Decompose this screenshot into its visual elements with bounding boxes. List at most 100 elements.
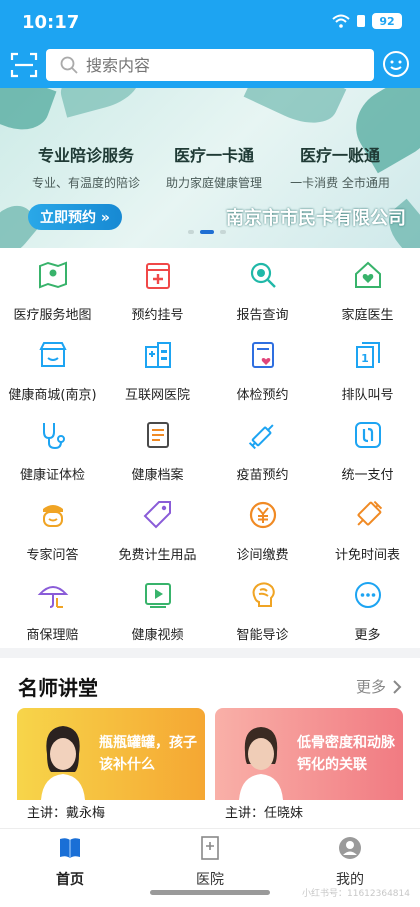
grid-item-registration[interactable]: 预约挂号 — [105, 248, 210, 328]
home-book-icon — [60, 838, 80, 858]
lecture-presenter: 主讲：任晓妹 — [215, 800, 403, 828]
grid-item-label: 预约挂号 — [131, 308, 184, 323]
grid-item-label: 免费计生用品 — [118, 548, 197, 563]
grid-item-health-record[interactable]: 健康档案 — [105, 408, 210, 488]
calendar-plus-icon — [145, 263, 170, 289]
umbrella-icon — [37, 586, 68, 608]
grid-item-health-video[interactable]: 健康视频 — [105, 568, 210, 648]
grid-item-label: 健康视频 — [131, 628, 184, 643]
search-header — [0, 44, 420, 88]
grid-item-label: 专家问答 — [26, 548, 79, 563]
presenter-photo-icon — [41, 726, 85, 800]
chevron-right-icon — [393, 679, 402, 694]
checkup-icon — [251, 342, 274, 368]
wifi-icon — [332, 14, 350, 28]
banner-feature-subtitle: 一卡消费 全市通用 — [290, 176, 390, 190]
lecture-title: 低骨密度和动脉钙化的关联 — [297, 735, 395, 773]
grid-item-label: 商保理赔 — [26, 628, 79, 643]
grid-item-queue[interactable]: 1 排队叫号 — [315, 328, 420, 408]
grid-item-label: 计免时间表 — [334, 548, 400, 563]
grid-item-label: 更多 — [354, 628, 381, 643]
grid-item-more[interactable]: 更多 — [315, 568, 420, 648]
home-heart-icon — [354, 261, 381, 288]
grid-item-label: 体检预约 — [236, 388, 289, 403]
grid-item-label: 家庭医生 — [341, 308, 394, 323]
banner-brand: 南京市市民卡有限公司 — [226, 208, 406, 229]
grid-item-vaccine[interactable]: 疫苗预约 — [210, 408, 315, 488]
section-title: 名师讲堂 — [18, 676, 98, 700]
banner-feature-account: 医疗一账通 一卡消费 全市通用 — [270, 142, 410, 191]
yuan-coin-icon — [249, 501, 276, 529]
queue-icon: 1 — [355, 342, 380, 368]
banner-feature-card: 医疗一卡通 助力家庭健康管理 — [144, 142, 284, 191]
lecture-more-link[interactable]: 更多 — [356, 676, 402, 697]
grid-item-label: 排队叫号 — [341, 388, 394, 403]
grid-item-report[interactable]: 报告查询 — [210, 248, 315, 328]
home-indicator[interactable] — [150, 890, 270, 895]
grid-item-label: 医疗服务地图 — [13, 308, 92, 323]
search-box[interactable] — [46, 49, 374, 81]
expert-icon — [42, 505, 63, 527]
grid-item-free-supplies[interactable]: 免费计生用品 — [105, 488, 210, 568]
presenter-photo-icon — [239, 727, 283, 800]
more-label: 更多 — [355, 678, 386, 696]
banner-feature-title: 医疗一账通 — [299, 146, 380, 165]
grid-item-medical-map[interactable]: 医疗服务地图 — [0, 248, 105, 328]
grid-item-label: 诊间缴费 — [236, 548, 289, 563]
search-report-icon — [250, 262, 276, 288]
banner-feature-subtitle: 助力家庭健康管理 — [165, 176, 262, 190]
carousel-dot — [220, 230, 226, 234]
brain-icon — [252, 582, 275, 607]
banner-feature-subtitle: 专业、有温度的陪诊 — [31, 176, 140, 190]
tag-icon — [143, 501, 171, 529]
status-bar: 10:17 92 — [0, 0, 420, 44]
map-pin-icon — [38, 261, 67, 289]
status-time: 10:17 — [22, 12, 80, 33]
scan-icon[interactable] — [10, 51, 38, 79]
grid-item-unified-pay[interactable]: 统一支付 — [315, 408, 420, 488]
grid-item-label: 互联网医院 — [124, 388, 190, 403]
profile-icon — [339, 837, 361, 859]
carousel-dot — [188, 230, 194, 234]
tab-home[interactable]: 首页 — [0, 835, 140, 889]
grid-item-health-mall[interactable]: 健康商城(南京) — [0, 328, 105, 408]
tab-profile[interactable]: 我的 — [280, 835, 420, 889]
more-icon — [354, 582, 381, 608]
book-now-button[interactable]: 立即预约 » — [28, 204, 122, 230]
service-grid: 医疗服务地图 预约挂号 报告查询 家庭医生 健康商城(南京) 互联网医院 体检预… — [0, 248, 420, 648]
leaf-decoration — [0, 88, 57, 139]
promo-banner[interactable]: 专业陪诊服务 专业、有温度的陪诊 医疗一卡通 助力家庭健康管理 医疗一账通 一卡… — [0, 88, 420, 248]
tab-label: 首页 — [56, 872, 84, 888]
customer-service-icon[interactable] — [382, 50, 410, 78]
grid-item-internet-hospital[interactable]: 互联网医院 — [105, 328, 210, 408]
video-icon — [144, 583, 171, 608]
svg-text:1: 1 — [361, 352, 369, 365]
grid-item-label: 统一支付 — [341, 468, 394, 483]
banner-feature-title: 专业陪诊服务 — [37, 146, 134, 165]
lecture-card[interactable]: 低骨密度和动脉钙化的关联 主讲：任晓妹 — [215, 708, 403, 828]
lecture-section: 名师讲堂 更多 瓶瓶罐罐，孩子该补什么 主讲：戴永梅 低骨密度和动脉钙化的关联 … — [0, 658, 420, 828]
grid-item-family-doctor[interactable]: 家庭医生 — [315, 248, 420, 328]
tab-label: 医院 — [196, 872, 224, 888]
banner-feature-escort: 专业陪诊服务 专业、有温度的陪诊 — [16, 142, 156, 191]
syringe-icon — [248, 424, 274, 450]
grid-item-expert-qa[interactable]: 专家问答 — [0, 488, 105, 568]
grid-item-health-cert[interactable]: 健康证体检 — [0, 408, 105, 488]
grid-item-label: 报告查询 — [236, 308, 289, 323]
leaf-decoration — [55, 88, 145, 118]
battery-level: 92 — [372, 13, 402, 29]
grid-item-label: 健康商城(南京) — [8, 388, 97, 403]
store-icon — [38, 342, 67, 367]
grid-item-clinic-payment[interactable]: 诊间缴费 — [210, 488, 315, 568]
tab-hospital[interactable]: 医院 — [140, 835, 280, 889]
grid-item-checkup[interactable]: 体检预约 — [210, 328, 315, 408]
lecture-card[interactable]: 瓶瓶罐罐，孩子该补什么 主讲：戴永梅 — [17, 708, 205, 828]
status-icons: 92 — [332, 13, 402, 29]
grid-item-insurance-claim[interactable]: 商保理赔 — [0, 568, 105, 648]
grid-item-vaccine-schedule[interactable]: 计免时间表 — [315, 488, 420, 568]
lecture-title: 瓶瓶罐罐，孩子该补什么 — [99, 735, 197, 773]
grid-item-smart-guide[interactable]: 智能导诊 — [210, 568, 315, 648]
search-icon — [60, 56, 78, 74]
search-input[interactable] — [86, 55, 326, 75]
sim-icon — [357, 15, 365, 27]
